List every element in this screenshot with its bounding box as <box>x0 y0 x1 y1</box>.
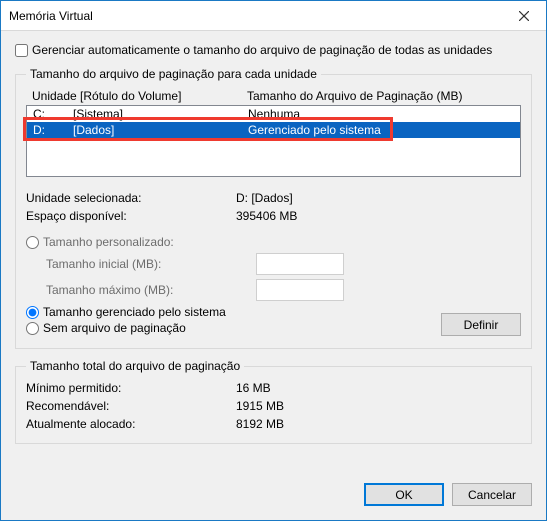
radio-system-label: Tamanho gerenciado pelo sistema <box>43 305 226 319</box>
dialog-footer: OK Cancelar <box>1 473 546 520</box>
radio-custom-label: Tamanho personalizado: <box>43 235 174 249</box>
auto-manage-label: Gerenciar automaticamente o tamanho do a… <box>32 43 492 57</box>
drive-size: Gerenciado pelo sistema <box>248 123 520 137</box>
auto-manage-input[interactable] <box>15 44 28 57</box>
total-legend: Tamanho total do arquivo de paginação <box>26 359 244 373</box>
radio-none-label: Sem arquivo de paginação <box>43 321 186 335</box>
min-label: Mínimo permitido: <box>26 381 236 395</box>
cur-label: Atualmente alocado: <box>26 417 236 431</box>
drive-label: [Sistema] <box>73 107 248 121</box>
drive-list-header: Unidade [Rótulo do Volume] Tamanho do Ar… <box>26 87 521 105</box>
drive-listbox[interactable]: C: [Sistema] Nenhuma D: [Dados] Gerencia… <box>26 105 521 177</box>
drive-letter: D: <box>33 123 73 137</box>
dialog-content: Gerenciar automaticamente o tamanho do a… <box>1 31 546 473</box>
initial-size-label: Tamanho inicial (MB): <box>46 257 256 271</box>
space-available-row: Espaço disponível: 395406 MB <box>26 207 521 225</box>
drives-legend: Tamanho do arquivo de paginação para cad… <box>26 67 321 81</box>
drive-label: [Dados] <box>73 123 248 137</box>
cur-row: Atualmente alocado: 8192 MB <box>26 415 521 433</box>
selected-drive-label: Unidade selecionada: <box>26 191 236 205</box>
virtual-memory-dialog: Memória Virtual Gerenciar automaticament… <box>0 0 547 521</box>
maximum-size-label: Tamanho máximo (MB): <box>46 283 256 297</box>
rec-label: Recomendável: <box>26 399 236 413</box>
custom-size-grid: Tamanho inicial (MB): Tamanho máximo (MB… <box>46 251 521 303</box>
cancel-button[interactable]: Cancelar <box>452 483 532 506</box>
header-size: Tamanho do Arquivo de Paginação (MB) <box>247 89 521 103</box>
drive-list-wrap: C: [Sistema] Nenhuma D: [Dados] Gerencia… <box>26 105 521 177</box>
cur-value: 8192 MB <box>236 417 284 431</box>
titlebar: Memória Virtual <box>1 1 546 31</box>
rec-row: Recomendável: 1915 MB <box>26 397 521 415</box>
space-available-value: 395406 MB <box>236 209 297 223</box>
auto-manage-checkbox[interactable]: Gerenciar automaticamente o tamanho do a… <box>15 43 532 57</box>
radio-none-input[interactable] <box>26 322 39 335</box>
maximum-size-input[interactable] <box>256 279 344 301</box>
drives-group: Tamanho do arquivo de paginação para cad… <box>15 67 532 349</box>
radio-custom-input[interactable] <box>26 236 39 249</box>
close-button[interactable] <box>501 1 546 31</box>
drive-size: Nenhuma <box>248 107 520 121</box>
drive-row-d[interactable]: D: [Dados] Gerenciado pelo sistema <box>27 122 520 138</box>
drive-letter: C: <box>33 107 73 121</box>
radio-system-input[interactable] <box>26 306 39 319</box>
min-row: Mínimo permitido: 16 MB <box>26 379 521 397</box>
ok-button[interactable]: OK <box>364 483 444 506</box>
rec-value: 1915 MB <box>236 399 284 413</box>
radio-custom-size[interactable]: Tamanho personalizado: <box>26 235 521 249</box>
space-available-label: Espaço disponível: <box>26 209 236 223</box>
total-group: Tamanho total do arquivo de paginação Mí… <box>15 359 532 444</box>
min-value: 16 MB <box>236 381 271 395</box>
window-title: Memória Virtual <box>1 9 93 23</box>
header-drive: Unidade [Rótulo do Volume] <box>32 89 247 103</box>
drive-row-c[interactable]: C: [Sistema] Nenhuma <box>27 106 520 122</box>
selected-drive-row: Unidade selecionada: D: [Dados] <box>26 189 521 207</box>
initial-size-input[interactable] <box>256 253 344 275</box>
selected-drive-value: D: [Dados] <box>236 191 293 205</box>
close-icon <box>519 11 529 21</box>
set-button[interactable]: Definir <box>441 313 521 336</box>
